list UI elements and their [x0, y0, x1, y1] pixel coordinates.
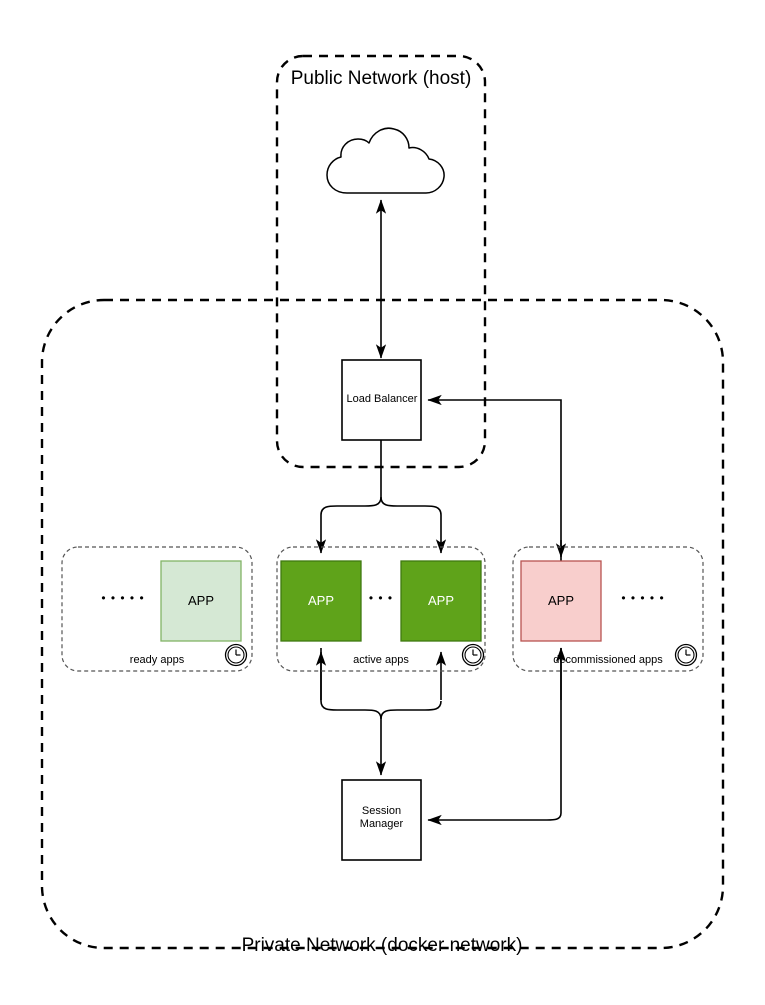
- app-box-decommissioned[interactable]: [520, 560, 602, 642]
- cloud-icon: [326, 127, 445, 194]
- clock-icon-active: [461, 643, 485, 667]
- app-box-ready[interactable]: [160, 560, 242, 642]
- edge-active-apps-merge-right: [380, 700, 442, 720]
- edge-loadbalancer-active-apps-2: [380, 496, 447, 554]
- edge-active-apps-session-manager: [320, 648, 387, 776]
- app-box-active-2[interactable]: [400, 560, 482, 642]
- app-box-active-1[interactable]: [280, 560, 362, 642]
- architecture-diagram: [40, 54, 725, 950]
- edge-sessionmanager-decommissioned: [427, 648, 562, 826]
- edge-loadbalancer-decommissioned: [427, 394, 562, 561]
- session-manager-node[interactable]: [341, 779, 422, 861]
- clock-icon-decommissioned: [674, 643, 698, 667]
- clock-icon-ready: [224, 643, 248, 667]
- edge-loadbalancer-active-apps: [321, 440, 382, 553]
- load-balancer-node[interactable]: [341, 359, 422, 441]
- diagram-canvas: Public Network (host) Private Network (d…: [0, 0, 765, 1005]
